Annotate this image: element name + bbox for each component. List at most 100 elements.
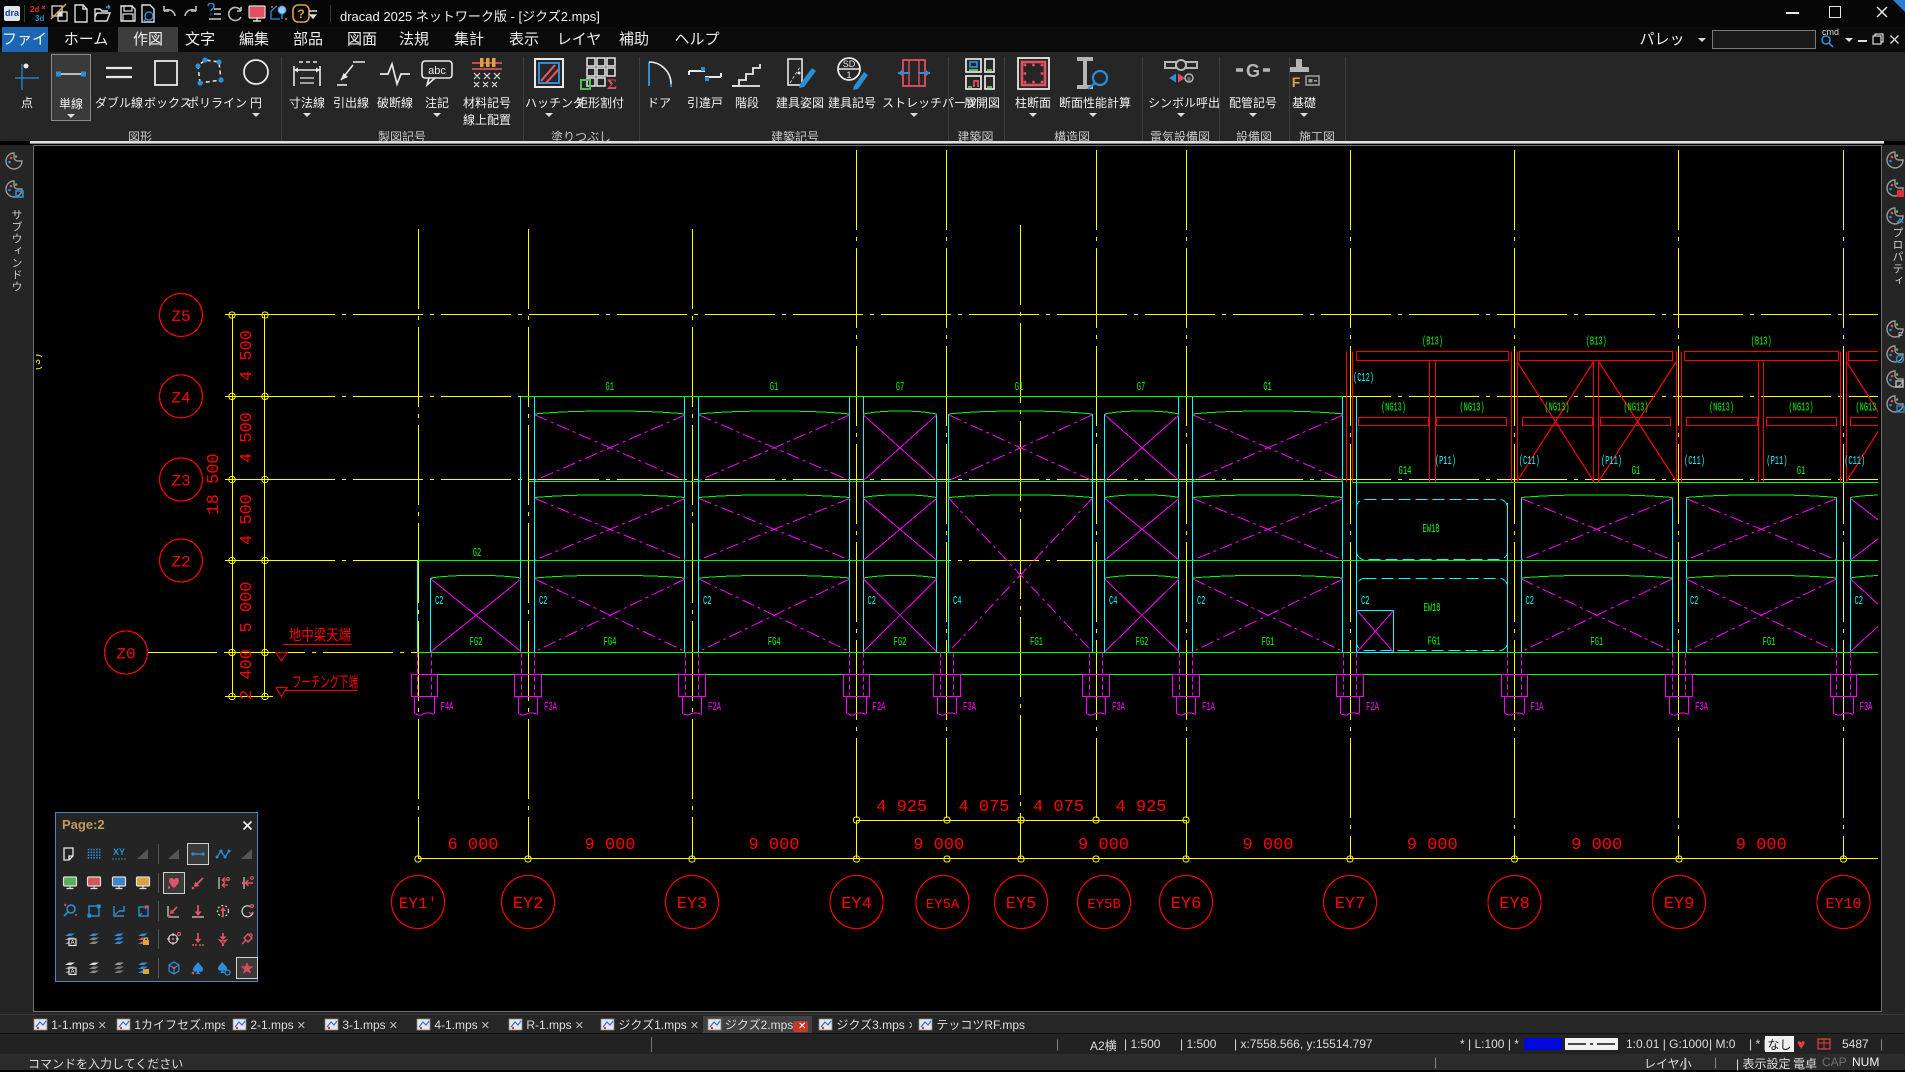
svg-text:F2A: F2A	[1366, 700, 1379, 714]
svg-text:F4A: F4A	[441, 700, 454, 714]
svg-text:F: F	[1292, 74, 1301, 90]
svg-text:(NG13): (NG13)	[1709, 401, 1734, 415]
svg-text:(NG13): (NG13)	[1460, 401, 1485, 415]
svg-text:F3A: F3A	[1695, 700, 1708, 714]
svg-text:(C12): (C12)	[1353, 371, 1374, 385]
svg-text:9 000: 9 000	[1736, 836, 1787, 855]
svg-text:(B13): (B13)	[1586, 335, 1607, 349]
svg-text:F3A: F3A	[1112, 700, 1125, 714]
svg-text:G1: G1	[770, 380, 779, 394]
svg-text:EW18: EW18	[1423, 522, 1440, 536]
svg-text:FG1: FG1	[1428, 635, 1441, 649]
svg-text:FG1: FG1	[1590, 635, 1603, 649]
svg-text:EY8: EY8	[1499, 895, 1530, 914]
svg-text:2d: 2d	[30, 5, 39, 14]
svg-text:1: 1	[846, 70, 851, 80]
svg-text:FG1: FG1	[1262, 635, 1275, 649]
svg-text:EY5A: EY5A	[926, 897, 960, 913]
svg-text:FG2: FG2	[470, 635, 483, 649]
svg-text:18 500: 18 500	[205, 453, 224, 514]
svg-text:9 000: 9 000	[1078, 836, 1129, 855]
svg-text:G1: G1	[1263, 380, 1272, 394]
svg-text:C2: C2	[1526, 594, 1535, 608]
svg-text:G1: G1	[605, 380, 614, 394]
svg-text:(NG13): (NG13)	[1789, 401, 1814, 415]
svg-text:C2: C2	[1197, 594, 1206, 608]
svg-text:G14: G14	[1399, 464, 1412, 478]
svg-text:フーチング下端: フーチング下端	[292, 674, 358, 691]
svg-text:(B13): (B13)	[1422, 335, 1443, 349]
svg-text:F1A: F1A	[1531, 700, 1544, 714]
svg-text:3d: 3d	[35, 14, 44, 23]
svg-text:SD: SD	[843, 59, 856, 69]
svg-text:FG1: FG1	[1763, 635, 1776, 649]
svg-text:F: F	[1898, 331, 1903, 340]
svg-text:EY5B: EY5B	[1087, 897, 1121, 913]
svg-text:G7: G7	[896, 380, 905, 394]
svg-text:4 500: 4 500	[238, 412, 257, 463]
svg-text:(NG13): (NG13)	[1545, 401, 1570, 415]
svg-text:EY3: EY3	[677, 895, 708, 914]
svg-text:4 925: 4 925	[876, 798, 927, 817]
svg-text:Z0: Z0	[116, 646, 135, 664]
svg-text:C2: C2	[435, 594, 444, 608]
svg-text:C2: C2	[1855, 594, 1864, 608]
svg-text:EY2: EY2	[513, 895, 544, 914]
svg-text:Σ: Σ	[607, 77, 617, 92]
svg-text:XY: XY	[112, 847, 124, 857]
svg-text:F3A: F3A	[963, 700, 976, 714]
svg-text:EY6: EY6	[1171, 895, 1202, 914]
svg-text:C2: C2	[703, 594, 712, 608]
svg-text:FG1: FG1	[1030, 635, 1043, 649]
svg-text:9 000: 9 000	[913, 836, 964, 855]
svg-text:EY7: EY7	[1335, 895, 1366, 914]
svg-text:9 000: 9 000	[584, 836, 635, 855]
svg-text:5 000: 5 000	[238, 581, 257, 632]
svg-text:(C11): (C11)	[1519, 454, 1540, 468]
svg-text:6 000: 6 000	[447, 836, 498, 855]
svg-text:9 000: 9 000	[1571, 836, 1622, 855]
svg-text:(NG13): (NG13)	[1381, 401, 1406, 415]
svg-text:(P11): (P11)	[1435, 454, 1456, 468]
svg-text:EY4: EY4	[841, 895, 872, 914]
svg-text:C2: C2	[868, 594, 877, 608]
svg-text:G1: G1	[1632, 464, 1641, 478]
svg-text:G7: G7	[1137, 380, 1146, 394]
svg-text:EY1': EY1'	[399, 895, 437, 913]
svg-text:F2A: F2A	[708, 700, 721, 714]
svg-text:C2: C2	[1361, 594, 1370, 608]
svg-text:F2A: F2A	[873, 700, 886, 714]
svg-text:EY5: EY5	[1006, 895, 1037, 914]
svg-text:G: G	[1246, 61, 1260, 81]
svg-text:(P11): (P11)	[1601, 454, 1622, 468]
svg-text:F1A: F1A	[1202, 700, 1215, 714]
svg-text:C2: C2	[539, 594, 548, 608]
svg-text:4 925: 4 925	[1115, 798, 1166, 817]
svg-text:C2: C2	[1690, 594, 1699, 608]
svg-text:2 400: 2 400	[238, 649, 257, 700]
svg-text:4 500: 4 500	[238, 330, 257, 381]
svg-text:G1: G1	[1015, 380, 1024, 394]
svg-text:4 075: 4 075	[958, 798, 1009, 817]
svg-text:地中梁天端: 地中梁天端	[289, 627, 351, 644]
svg-text:F3A: F3A	[544, 700, 557, 714]
svg-text:(NG13): (NG13)	[1624, 401, 1649, 415]
svg-text:C4: C4	[1109, 594, 1118, 608]
svg-text:C4: C4	[953, 594, 962, 608]
svg-text:(C11): (C11)	[1844, 454, 1865, 468]
svg-text:4 075: 4 075	[1033, 798, 1084, 817]
svg-text:G1: G1	[1797, 464, 1806, 478]
svg-text:(P11): (P11)	[1766, 454, 1787, 468]
svg-text:(C11): (C11)	[1684, 454, 1705, 468]
svg-text:EW18: EW18	[1424, 601, 1441, 615]
svg-text:FG2: FG2	[894, 635, 907, 649]
svg-text:Z3: Z3	[171, 473, 190, 491]
svg-text:Z5: Z5	[171, 308, 190, 326]
svg-text:FG4: FG4	[768, 635, 781, 649]
svg-text:9 000: 9 000	[1242, 836, 1293, 855]
svg-text:FG4: FG4	[604, 635, 617, 649]
svg-text:F3A: F3A	[1860, 700, 1873, 714]
svg-text:9 000: 9 000	[1407, 836, 1458, 855]
svg-text:Z4: Z4	[171, 389, 190, 407]
svg-text:FG2: FG2	[1136, 635, 1149, 649]
